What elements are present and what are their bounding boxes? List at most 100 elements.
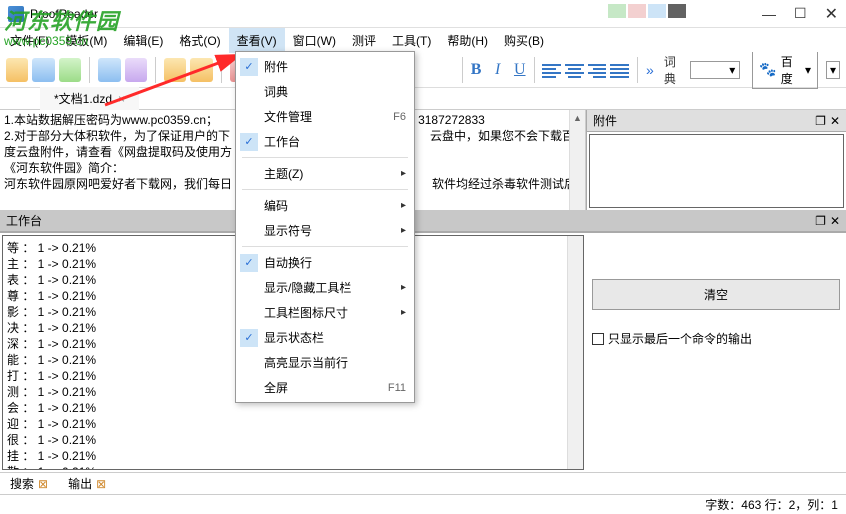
app-logo-icon bbox=[8, 6, 24, 22]
align-justify-icon[interactable] bbox=[610, 62, 629, 78]
tab-search-label: 搜索 bbox=[10, 475, 34, 492]
menu-attachment[interactable]: ✓附件 bbox=[236, 54, 414, 79]
clear-button[interactable]: 清空 bbox=[592, 279, 840, 310]
menubar: 文件(F) 模板(M) 编辑(E) 格式(O) 查看(V) 窗口(W) 测评 工… bbox=[0, 28, 846, 52]
editor-scrollbar[interactable]: ▲ bbox=[569, 110, 585, 210]
menu-buy[interactable]: 购买(B) bbox=[496, 28, 552, 53]
align-right-icon[interactable] bbox=[588, 62, 607, 78]
check-icon: ✓ bbox=[240, 133, 258, 151]
pane-close-icon[interactable]: ✕ bbox=[830, 114, 840, 128]
titlebar: ProofReader — ☐ ✕ bbox=[0, 0, 846, 28]
submenu-arrow-icon: ▸ bbox=[401, 282, 406, 293]
show-last-output-label: 只显示最后一个命令的输出 bbox=[608, 330, 752, 347]
menu-view[interactable]: 查看(V) bbox=[229, 28, 285, 53]
menu-show-statusbar[interactable]: ✓显示状态栏 bbox=[236, 325, 414, 350]
close-icon[interactable]: ⊠ bbox=[96, 477, 106, 491]
toolbar-sep bbox=[89, 57, 90, 83]
menu-separator bbox=[242, 246, 408, 247]
theme-chip-black[interactable] bbox=[668, 4, 686, 18]
scroll-up-icon[interactable]: ▲ bbox=[570, 110, 585, 126]
checkbox-icon[interactable] bbox=[592, 333, 604, 345]
bold-button[interactable]: B bbox=[471, 61, 482, 79]
workbench-row: 很 ： 1 -> 0.21% bbox=[7, 432, 579, 448]
submenu-arrow-icon: ▸ bbox=[401, 200, 406, 211]
workbench-row: 挂 ： 1 -> 0.21% bbox=[7, 448, 579, 464]
statusbar: 字数：463 行：2，列：1 bbox=[0, 494, 846, 514]
attachment-pane-body[interactable] bbox=[589, 134, 844, 208]
search-engine-dropdown[interactable]: 🐾 百度 ▾ bbox=[752, 51, 818, 89]
menu-auto-wrap[interactable]: ✓自动换行 bbox=[236, 250, 414, 275]
toolbar-sep bbox=[221, 57, 222, 83]
menu-workbench[interactable]: ✓工作台 bbox=[236, 129, 414, 154]
submenu-arrow-icon: ▸ bbox=[401, 225, 406, 236]
attachment-pane-header: 附件 ❐ ✕ bbox=[587, 110, 846, 132]
menu-file[interactable]: 文件(F) bbox=[2, 28, 57, 53]
chevron-right-icon[interactable]: » bbox=[646, 62, 654, 78]
minimize-button[interactable]: — bbox=[762, 6, 776, 22]
status-text: 字数：463 行：2，列：1 bbox=[705, 496, 838, 513]
menu-template[interactable]: 模板(M) bbox=[57, 28, 115, 53]
save-as-icon[interactable] bbox=[98, 58, 120, 82]
toolbar-sep bbox=[637, 57, 638, 83]
menu-show-symbol[interactable]: 显示符号▸ bbox=[236, 218, 414, 243]
check-icon: ✓ bbox=[240, 58, 258, 76]
close-button[interactable]: ✕ bbox=[825, 4, 838, 24]
workbench-scrollbar[interactable] bbox=[567, 236, 583, 469]
document-tab[interactable]: *文档1.dzd × bbox=[40, 87, 139, 110]
close-icon[interactable]: ⊠ bbox=[38, 477, 48, 491]
toolbar: B I U » 词典 ▾ 🐾 百度 ▾ ▾ bbox=[0, 52, 846, 88]
menu-toggle-toolbar[interactable]: 显示/隐藏工具栏▸ bbox=[236, 275, 414, 300]
menu-file-management[interactable]: 文件管理F6 bbox=[236, 104, 414, 129]
workbench-title: 工作台 bbox=[6, 212, 42, 229]
pane-close-icon[interactable]: ✕ bbox=[830, 214, 840, 228]
baidu-paw-icon: 🐾 bbox=[759, 61, 776, 78]
document-tab-title: *文档1.dzd bbox=[54, 90, 112, 107]
save-file-icon[interactable] bbox=[59, 58, 81, 82]
menu-review[interactable]: 测评 bbox=[344, 28, 384, 53]
print-icon[interactable] bbox=[125, 58, 147, 82]
show-last-output-checkbox-row[interactable]: 只显示最后一个命令的输出 bbox=[592, 330, 840, 347]
align-center-icon[interactable] bbox=[565, 62, 584, 78]
chevron-down-icon: ▾ bbox=[729, 63, 735, 77]
menu-highlight-line[interactable]: 高亮显示当前行 bbox=[236, 350, 414, 375]
toolbar-sep bbox=[534, 57, 535, 83]
pane-undock-icon[interactable]: ❐ bbox=[815, 114, 826, 128]
submenu-arrow-icon: ▸ bbox=[401, 168, 406, 179]
redo-icon[interactable] bbox=[190, 58, 212, 82]
app-title: ProofReader bbox=[30, 7, 98, 21]
menu-help[interactable]: 帮助(H) bbox=[439, 28, 496, 53]
open-file-icon[interactable] bbox=[32, 58, 54, 82]
menu-window[interactable]: 窗口(W) bbox=[285, 28, 344, 53]
dictionary-dropdown[interactable]: ▾ bbox=[690, 61, 740, 79]
underline-button[interactable]: U bbox=[514, 61, 526, 79]
menu-encoding[interactable]: 编码▸ bbox=[236, 193, 414, 218]
check-icon: ✓ bbox=[240, 254, 258, 272]
menu-separator bbox=[242, 157, 408, 158]
tab-search[interactable]: 搜索 ⊠ bbox=[4, 473, 54, 494]
workbench-row: 散 ： 1 -> 0.21% bbox=[7, 464, 579, 470]
maximize-button[interactable]: ☐ bbox=[794, 5, 807, 22]
close-tab-icon[interactable]: × bbox=[118, 92, 125, 106]
italic-button[interactable]: I bbox=[495, 61, 500, 79]
search-engine-label: 百度 bbox=[781, 53, 801, 87]
theme-chip-green[interactable] bbox=[608, 4, 626, 18]
menu-format[interactable]: 格式(O) bbox=[171, 28, 228, 53]
menu-tool[interactable]: 工具(T) bbox=[384, 28, 439, 53]
menu-toolbar-icon-size[interactable]: 工具栏图标尺寸▸ bbox=[236, 300, 414, 325]
menu-separator bbox=[242, 189, 408, 190]
new-file-icon[interactable] bbox=[6, 58, 28, 82]
align-left-icon[interactable] bbox=[542, 62, 561, 78]
pane-undock-icon[interactable]: ❐ bbox=[815, 214, 826, 228]
workbench-row: 迎 ： 1 -> 0.21% bbox=[7, 416, 579, 432]
theme-chip-red[interactable] bbox=[628, 4, 646, 18]
tab-output[interactable]: 输出 ⊠ bbox=[62, 473, 112, 494]
menu-edit[interactable]: 编辑(E) bbox=[115, 28, 171, 53]
menu-dictionary[interactable]: 词典 bbox=[236, 79, 414, 104]
theme-chip-blue[interactable] bbox=[648, 4, 666, 18]
undo-icon[interactable] bbox=[164, 58, 186, 82]
view-dropdown-menu: ✓附件 词典 文件管理F6 ✓工作台 主题(Z)▸ 编码▸ 显示符号▸ ✓自动换… bbox=[235, 51, 415, 403]
attachment-pane-title: 附件 bbox=[593, 112, 617, 129]
search-go-button[interactable]: ▾ bbox=[826, 61, 840, 79]
menu-fullscreen[interactable]: 全屏F11 bbox=[236, 375, 414, 400]
menu-theme[interactable]: 主题(Z)▸ bbox=[236, 161, 414, 186]
